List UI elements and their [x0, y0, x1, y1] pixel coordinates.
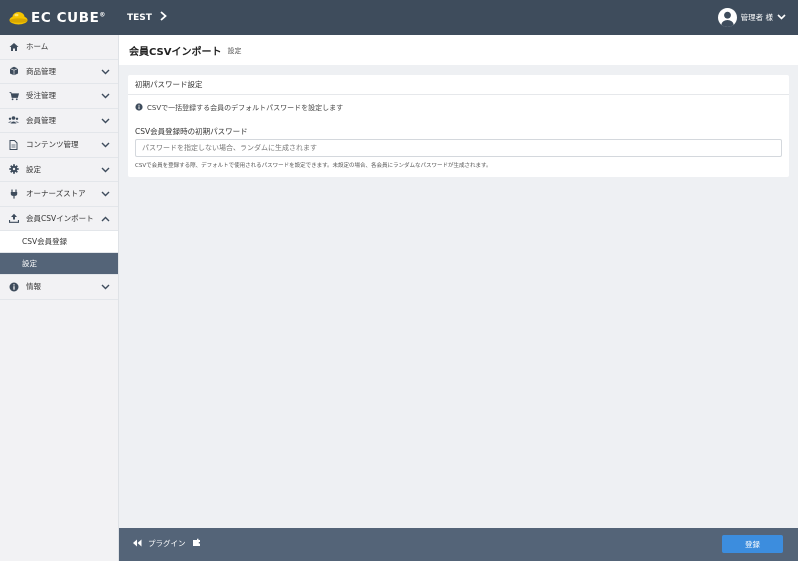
header: EC CUBE® TEST 管理者 様 [0, 0, 798, 35]
sidebar-item-owners-store[interactable]: オーナーズストア [0, 182, 118, 207]
sidebar-subitem-csv-customer-register[interactable]: CSV会員登録 [0, 231, 118, 253]
logo-text: EC CUBE® [31, 10, 107, 26]
back-to-plugins-link[interactable]: プラグイン [132, 538, 201, 549]
info-icon [8, 281, 19, 292]
plug-icon [8, 188, 19, 199]
chevron-down-icon [777, 13, 786, 22]
default-password-label: CSV会員登録時の初期パスワード [135, 127, 248, 136]
double-chevron-left-icon [132, 539, 142, 549]
sidebar-item-contents[interactable]: コンテンツ管理 [0, 133, 118, 158]
sidebar-item-label: 受注管理 [26, 91, 56, 101]
sidebar-subitem-label: 設定 [22, 259, 37, 268]
page-titlebar: 会員CSVインポート 設定 [119, 35, 798, 65]
chevron-down-icon [101, 117, 110, 126]
footer-bar: プラグイン 登録 [119, 528, 798, 561]
shop-name: TEST [127, 12, 152, 23]
sidebar-item-home[interactable]: ホーム [0, 35, 118, 60]
sidebar: ホーム 商品管理 受注管理 会員管理 コンテンツ管理 設定 オーナーズストア 会… [0, 35, 119, 561]
chevron-down-icon [101, 166, 110, 175]
shop-link[interactable]: TEST [127, 11, 167, 24]
sidebar-item-orders[interactable]: 受注管理 [0, 84, 118, 109]
chevron-up-icon [101, 215, 110, 224]
sidebar-item-label: 会員CSVインポート [26, 213, 94, 223]
sidebar-item-label: 会員管理 [26, 115, 56, 125]
back-label: プラグイン [148, 539, 186, 548]
box-icon [8, 66, 19, 77]
logo[interactable]: EC CUBE® [9, 8, 106, 28]
info-icon [135, 103, 143, 113]
sidebar-item-settings[interactable]: 設定 [0, 158, 118, 182]
user-avatar-icon [717, 8, 737, 27]
sidebar-item-products[interactable]: 商品管理 [0, 60, 118, 84]
card-title: 初期パスワード設定 [128, 75, 789, 95]
sidebar-item-label: 情報 [26, 282, 41, 292]
ec-cube-logo-icon [9, 11, 28, 25]
chevron-down-icon [101, 283, 110, 292]
sidebar-item-label: 設定 [26, 164, 41, 174]
sidebar-item-customers[interactable]: 会員管理 [0, 109, 118, 133]
chevron-down-icon [101, 190, 110, 199]
plugin-icon [192, 538, 201, 549]
sidebar-item-label: 商品管理 [26, 66, 56, 76]
chevron-down-icon [101, 141, 110, 150]
help-text: CSVで会員を登録する際、デフォルトで使用されるパスワードを設定できます。未設定… [135, 163, 492, 169]
chevron-down-icon [101, 92, 110, 101]
user-name: 管理者 様 [740, 13, 773, 22]
upload-icon [8, 213, 19, 224]
users-icon [8, 115, 19, 126]
chevron-right-icon [160, 11, 167, 24]
sidebar-item-label: コンテンツ管理 [26, 140, 79, 150]
user-menu[interactable]: 管理者 様 [717, 8, 786, 27]
file-icon [8, 139, 19, 150]
sidebar-item-label: オーナーズストア [26, 189, 86, 199]
home-icon [8, 41, 19, 52]
page-title: 会員CSVインポート [129, 46, 222, 58]
notice-text: CSVで一括登録する会員のデフォルトパスワードを設定します [147, 104, 344, 112]
gear-icon [8, 164, 19, 175]
sidebar-item-label: ホーム [26, 42, 49, 52]
notice: CSVで一括登録する会員のデフォルトパスワードを設定します [135, 103, 343, 113]
password-settings-card: 初期パスワード設定 CSVで一括登録する会員のデフォルトパスワードを設定します … [128, 75, 789, 177]
page-subtitle: 設定 [227, 47, 242, 55]
chevron-down-icon [101, 68, 110, 77]
cart-icon [8, 90, 19, 101]
sidebar-subitem-label: CSV会員登録 [22, 237, 68, 246]
save-button[interactable]: 登録 [722, 535, 783, 553]
sidebar-item-customer-csv-import[interactable]: 会員CSVインポート [0, 207, 118, 231]
sidebar-item-info[interactable]: 情報 [0, 275, 118, 300]
default-password-input[interactable] [135, 139, 782, 157]
sidebar-subitem-settings[interactable]: 設定 [0, 253, 118, 275]
